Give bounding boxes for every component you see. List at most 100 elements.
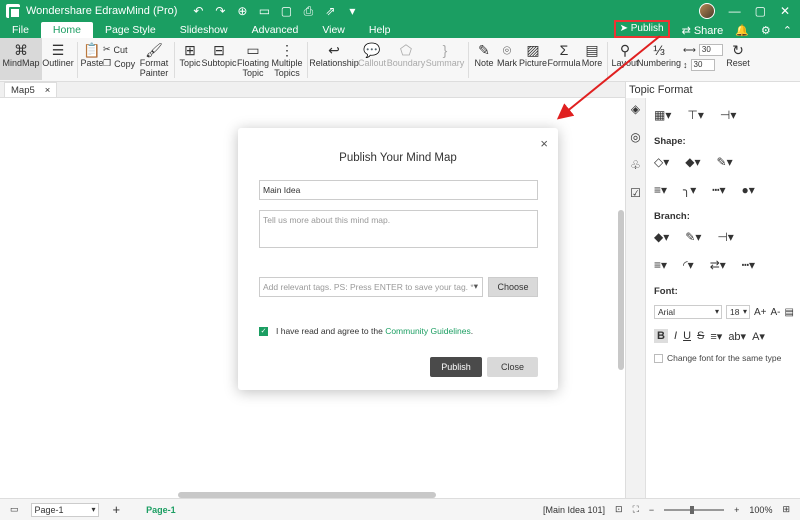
page-panel-icon[interactable]: ▭ — [10, 504, 19, 515]
more-button[interactable]: ▤ More — [580, 38, 604, 80]
menu-page-style[interactable]: Page Style — [93, 22, 168, 38]
font-color-icon[interactable]: A▾ — [752, 330, 765, 343]
note-button[interactable]: ✎ Note — [472, 38, 496, 80]
zoom-slider[interactable] — [664, 505, 725, 514]
menu-slideshow[interactable]: Slideshow — [168, 22, 240, 38]
reset-button[interactable]: ↻ Reset — [725, 38, 751, 80]
outliner-button[interactable]: ☰ Outliner — [42, 38, 74, 80]
format-painter-button[interactable]: 🖌 Format Painter — [137, 38, 171, 80]
branch-weight-icon[interactable]: ≡▾ — [654, 258, 667, 272]
mindmap-button[interactable]: ⌘ MindMap — [0, 38, 42, 80]
font-size-select[interactable]: 18 — [726, 305, 750, 319]
vertical-spacing-input[interactable]: 30 — [690, 59, 715, 71]
border-color-icon[interactable]: ✎▾ — [717, 155, 733, 169]
settings-icon[interactable]: ⚙ — [761, 24, 771, 37]
new-icon[interactable]: ⊕ — [235, 4, 249, 19]
formula-button[interactable]: Σ Formula — [548, 38, 581, 80]
mark-tab-icon[interactable]: ◎ — [630, 130, 640, 144]
zoom-in-icon[interactable]: + — [734, 505, 739, 515]
line-weight-icon[interactable]: ≡▾ — [654, 183, 667, 197]
customize-dropdown-icon[interactable]: ▾ — [345, 4, 359, 19]
shape-icon[interactable]: ◇▾ — [654, 155, 669, 169]
branch-arrow-icon[interactable]: ⇄▾ — [710, 258, 726, 272]
notification-icon[interactable]: 🔔 — [735, 24, 749, 37]
redo-icon[interactable]: ↷ — [213, 4, 227, 19]
floating-topic-button[interactable]: ▭ Floating Topic — [236, 38, 270, 80]
page-select[interactable]: Page-1 — [30, 502, 99, 517]
bold-icon[interactable]: B — [654, 329, 668, 343]
avatar[interactable] — [698, 3, 715, 19]
zoom-slider-knob[interactable] — [690, 505, 695, 514]
choose-button[interactable]: Choose — [488, 277, 538, 297]
save-icon[interactable]: ▢ — [279, 4, 293, 19]
cut-button[interactable]: ✂ Cut — [103, 44, 137, 55]
community-guidelines-link[interactable]: Community Guidelines — [385, 326, 471, 336]
underline-icon[interactable]: U — [683, 330, 691, 342]
publish-button[interactable]: ➤ Publish — [613, 19, 670, 38]
tags-input[interactable]: Add relevant tags. PS: Press ENTER to sa… — [259, 277, 483, 297]
dash-style-icon[interactable]: ┅▾ — [712, 183, 725, 197]
maximize-icon[interactable]: ▢ — [755, 4, 766, 18]
horizontal-spacing-input[interactable]: 30 — [698, 44, 723, 56]
font-family-select[interactable]: Arial — [654, 305, 722, 319]
corner-icon[interactable]: ╮▾ — [683, 183, 696, 197]
branch-connector-icon[interactable]: ⊣▾ — [717, 230, 733, 244]
fit-window-icon[interactable]: ⊞ — [782, 504, 790, 515]
open-icon[interactable]: ▭ — [257, 4, 271, 19]
menu-help[interactable]: Help — [357, 22, 403, 38]
minimize-icon[interactable]: — — [729, 4, 741, 18]
callout-button[interactable]: 💬 Callout — [357, 38, 387, 80]
picture-button[interactable]: ▨ Picture — [518, 38, 548, 80]
multiple-topics-button[interactable]: ⋮ Multiple Topics — [270, 38, 304, 80]
fit-page-icon[interactable]: ⊡ — [615, 504, 623, 515]
layout-grid-icon[interactable]: ▦▾ — [654, 108, 671, 122]
branch-color-icon[interactable]: ✎▾ — [685, 230, 701, 244]
description-textarea[interactable]: Tell us more about this mind map. — [259, 210, 538, 248]
doc-tab-map5[interactable]: Map5 × — [4, 82, 58, 97]
format-paint-icon[interactable]: ◈ — [631, 102, 640, 116]
highlight-icon[interactable]: ab▾ — [728, 330, 746, 343]
vertical-scrollbar[interactable] — [618, 210, 624, 370]
branch-dash-icon[interactable]: ┅▾ — [742, 258, 755, 272]
page-tab-1[interactable]: Page-1 — [146, 505, 176, 515]
topic-button[interactable]: ⊞ Topic — [178, 38, 202, 80]
structure-icon[interactable]: ⊤▾ — [687, 108, 703, 122]
subtopic-button[interactable]: ⊟ Subtopic — [201, 38, 236, 80]
mark-button[interactable]: ⌾ Mark — [496, 38, 518, 80]
add-page-icon[interactable]: + — [113, 502, 121, 517]
export-icon[interactable]: ⇗ — [323, 4, 337, 19]
zoom-out-icon[interactable]: − — [649, 505, 654, 515]
task-icon[interactable]: ☑ — [630, 186, 641, 200]
dialog-close-button[interactable]: Close — [487, 357, 538, 377]
fill-color-icon[interactable]: ◆▾ — [685, 155, 700, 169]
share-button[interactable]: ⇄ Share — [682, 24, 724, 37]
change-font-checkbox[interactable] — [654, 353, 663, 363]
layout-button[interactable]: ⚲ Layout — [611, 38, 639, 80]
change-font-row[interactable]: Change font for the same type — [654, 353, 799, 363]
dialog-publish-button[interactable]: Publish — [430, 357, 482, 377]
copy-button[interactable]: ❐ Copy — [103, 58, 137, 69]
branch-curve-icon[interactable]: ◜▾ — [683, 258, 694, 272]
clipart-icon[interactable]: ♧ — [630, 158, 641, 172]
italic-icon[interactable]: I — [674, 330, 677, 342]
collapse-ribbon-icon[interactable]: ⌃ — [783, 24, 792, 37]
dialog-close-icon[interactable]: × — [540, 136, 548, 151]
align-icon[interactable]: ≡▾ — [710, 330, 722, 343]
menu-advanced[interactable]: Advanced — [240, 22, 311, 38]
font-shrink-icon[interactable]: A- — [771, 307, 781, 318]
paste-button[interactable]: 📋 Paste — [81, 38, 104, 80]
agree-checkbox[interactable]: ✓ — [259, 326, 268, 336]
mind-map-name-input[interactable]: Main Idea — [259, 180, 538, 200]
relationship-button[interactable]: ↩ Relationship — [309, 38, 359, 80]
font-grow-icon[interactable]: A+ — [754, 307, 767, 318]
menu-view[interactable]: View — [310, 22, 357, 38]
numbering-button[interactable]: ⅓ Numbering — [637, 38, 681, 80]
text-options-icon[interactable]: ▤ — [785, 307, 794, 318]
summary-button[interactable]: } Summary — [425, 38, 465, 80]
print-icon[interactable]: ⎙ — [301, 4, 315, 19]
boundary-button[interactable]: ⬠ Boundary — [387, 38, 426, 80]
fullscreen-icon[interactable]: ⛶ — [633, 504, 639, 515]
undo-icon[interactable]: ↶ — [191, 4, 205, 19]
menu-home[interactable]: Home — [40, 22, 93, 38]
close-window-icon[interactable]: ✕ — [780, 4, 790, 18]
